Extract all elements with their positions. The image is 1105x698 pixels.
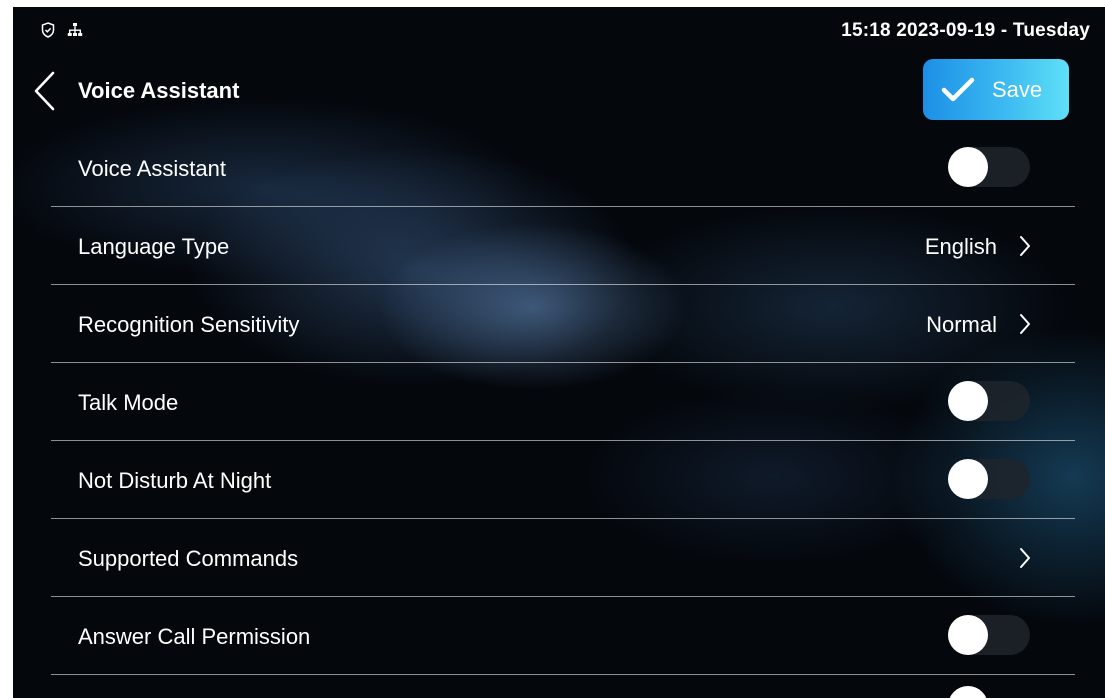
shield-icon bbox=[41, 22, 55, 38]
setting-row-answer-call-permission[interactable]: Answer Call Permission bbox=[51, 597, 1075, 675]
setting-row-voice-assistant[interactable]: Voice Assistant bbox=[51, 129, 1075, 207]
chevron-right-icon bbox=[1019, 313, 1031, 340]
setting-row-supported-commands[interactable]: Supported Commands bbox=[51, 519, 1075, 597]
setting-label: Recognition Sensitivity bbox=[78, 312, 300, 337]
page-header: Voice Assistant Save bbox=[13, 59, 1105, 123]
setting-row-not-disturb-at-night[interactable]: Not Disturb At Night bbox=[51, 441, 1075, 519]
page-title: Voice Assistant bbox=[78, 78, 240, 103]
status-icons bbox=[41, 22, 83, 38]
chevron-right-icon bbox=[1019, 235, 1031, 262]
setting-label: Language Type bbox=[78, 234, 230, 259]
setting-label: Talk Mode bbox=[78, 390, 179, 415]
toggle-knob bbox=[948, 615, 988, 655]
voice-assistant-toggle[interactable] bbox=[948, 147, 1030, 187]
network-icon bbox=[67, 22, 83, 38]
partial-toggle-knob[interactable] bbox=[948, 686, 988, 698]
setting-label: Answer Call Permission bbox=[78, 624, 311, 649]
settings-list: Voice Assistant Language Type English Re… bbox=[51, 129, 1075, 675]
setting-value: Normal bbox=[926, 312, 997, 337]
setting-row-talk-mode[interactable]: Talk Mode bbox=[51, 363, 1075, 441]
save-button[interactable]: Save bbox=[923, 59, 1069, 120]
talk-mode-toggle[interactable] bbox=[948, 381, 1030, 421]
status-datetime: 15:18 2023-09-19 - Tuesday bbox=[841, 20, 1090, 41]
save-label: Save bbox=[992, 77, 1043, 102]
device-screen: 15:18 2023-09-19 - Tuesday Voice Assista… bbox=[13, 7, 1105, 698]
setting-label: Not Disturb At Night bbox=[78, 468, 272, 493]
setting-value: English bbox=[924, 234, 997, 259]
answer-call-permission-toggle[interactable] bbox=[948, 615, 1030, 655]
setting-label: Voice Assistant bbox=[78, 156, 226, 181]
status-bar: 15:18 2023-09-19 - Tuesday bbox=[13, 7, 1105, 55]
toggle-knob bbox=[948, 381, 988, 421]
chevron-right-icon bbox=[1019, 547, 1031, 574]
not-disturb-toggle[interactable] bbox=[948, 459, 1030, 499]
setting-label: Supported Commands bbox=[78, 546, 299, 571]
setting-row-recognition-sensitivity[interactable]: Recognition Sensitivity Normal bbox=[51, 285, 1075, 363]
back-button[interactable] bbox=[31, 69, 65, 113]
setting-row-language-type[interactable]: Language Type English bbox=[51, 207, 1075, 285]
toggle-knob bbox=[948, 147, 988, 187]
chevron-left-icon bbox=[34, 71, 55, 111]
check-icon bbox=[941, 77, 975, 108]
toggle-knob bbox=[948, 459, 988, 499]
